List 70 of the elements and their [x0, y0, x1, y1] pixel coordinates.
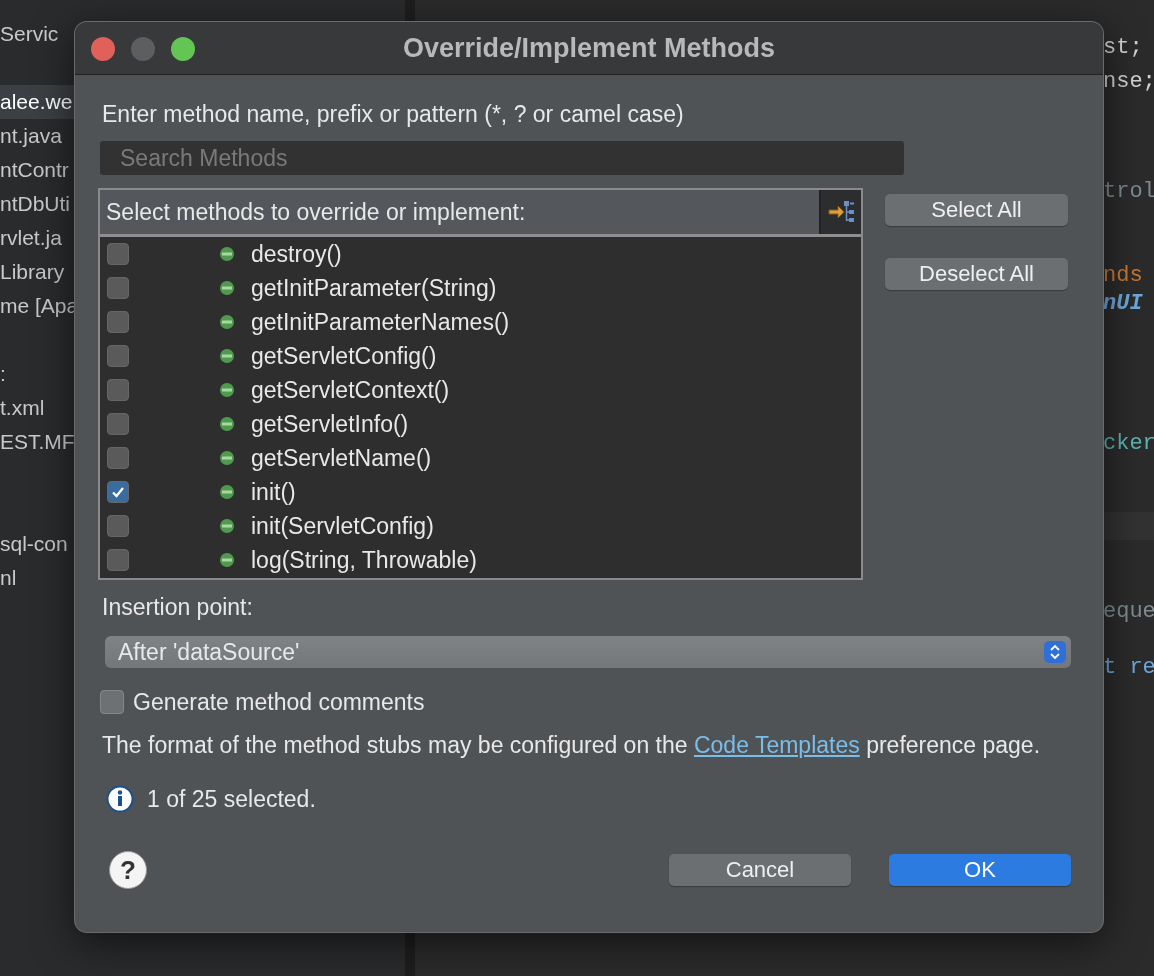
window-title: Override/Implement Methods: [402, 32, 776, 64]
list-header: Select methods to override or implement:: [105, 198, 526, 226]
method-dot-icon: [219, 348, 235, 364]
checkbox[interactable]: [107, 549, 129, 571]
code-fragment: trol: [1103, 178, 1154, 206]
method-dot-icon: [219, 416, 235, 432]
method-name: getInitParameterNames(): [251, 308, 510, 336]
minimize-button[interactable]: [131, 37, 155, 61]
method-dot-icon: [219, 518, 235, 534]
code-fragment: nse;: [1103, 68, 1154, 96]
zoom-button[interactable]: [171, 37, 195, 61]
method-name: getServletName(): [251, 444, 432, 472]
checkbox[interactable]: [107, 379, 129, 401]
method-dot-icon: [219, 280, 235, 296]
method-item[interactable]: init(ServletConfig): [100, 509, 861, 543]
method-name: getInitParameter(String): [251, 274, 497, 302]
info-text: The format of the method stubs may be configured on the Code Templates preference page.: [101, 732, 1042, 759]
arrow-tree-icon: [828, 199, 854, 225]
method-dot-icon: [219, 314, 235, 330]
code-templates-link[interactable]: Code Templates: [693, 732, 860, 758]
method-name: log(String, Throwable): [251, 546, 477, 574]
method-item[interactable]: getServletContext(): [100, 373, 861, 407]
ok-button[interactable]: OK: [889, 854, 1071, 886]
checkbox-label: Generate method comments: [133, 688, 425, 716]
cancel-button[interactable]: Cancel: [669, 854, 851, 886]
checkbox[interactable]: [107, 447, 129, 469]
method-dot-icon: [219, 484, 235, 500]
checkbox[interactable]: [107, 243, 129, 265]
insertion-label: Insertion point:: [101, 594, 254, 620]
method-name: getServletContext(): [251, 376, 450, 404]
search-field[interactable]: Search Methods: [100, 141, 904, 175]
method-name: init(ServletConfig): [251, 512, 434, 540]
method-dot-icon: [219, 382, 235, 398]
method-name: destroy(): [251, 240, 342, 268]
hierarchy-toggle-button[interactable]: [819, 190, 861, 234]
status-text: 1 of 25 selected.: [147, 785, 316, 813]
code-fragment: nds: [1103, 262, 1143, 290]
code-fragment: nUI: [1103, 290, 1143, 318]
method-item[interactable]: getInitParameter(String): [100, 271, 861, 305]
selection-button[interactable]: Deselect All: [885, 258, 1068, 290]
method-item[interactable]: destroy(): [100, 237, 861, 271]
code-fragment: st;: [1103, 34, 1143, 62]
checkbox[interactable]: [107, 345, 129, 367]
checkbox[interactable]: [100, 690, 124, 714]
method-item[interactable]: getServletInfo(): [100, 407, 861, 441]
checkbox[interactable]: [107, 413, 129, 435]
method-name: getServletInfo(): [251, 410, 409, 438]
info-icon: [106, 785, 134, 813]
method-item[interactable]: log(String, Throwable): [100, 543, 861, 577]
selection-button[interactable]: Select All: [885, 194, 1068, 226]
method-item[interactable]: getServletConfig(): [100, 339, 861, 373]
help-button[interactable]: ?: [109, 851, 147, 889]
method-item[interactable]: getInitParameterNames(): [100, 305, 861, 339]
method-dot-icon: [219, 246, 235, 262]
method-item[interactable]: init(): [100, 475, 861, 509]
checkbox[interactable]: [107, 311, 129, 333]
checkbox[interactable]: [107, 481, 129, 503]
code-fragment: eque: [1103, 598, 1154, 626]
checkbox[interactable]: [107, 277, 129, 299]
stepper-icon: [1044, 641, 1066, 663]
code-fragment: cker: [1103, 430, 1154, 458]
method-name: init(): [251, 478, 296, 506]
code-fragment: t re: [1103, 654, 1154, 682]
method-dot-icon: [219, 450, 235, 466]
method-dot-icon: [219, 552, 235, 568]
checkbox[interactable]: [107, 515, 129, 537]
method-item[interactable]: getServletName(): [100, 441, 861, 475]
method-name: getServletConfig(): [251, 342, 437, 370]
filter-label: Enter method name, prefix or pattern (*, ? or camel case): [101, 101, 685, 127]
close-button[interactable]: [91, 37, 115, 61]
